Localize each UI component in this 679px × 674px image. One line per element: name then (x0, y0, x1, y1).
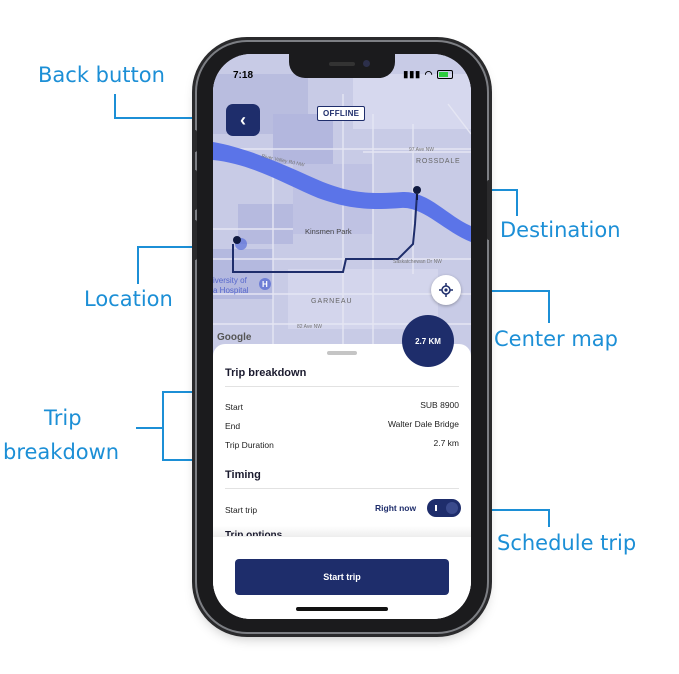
toggle-knob (446, 502, 458, 514)
phone-mute-switch (193, 130, 197, 152)
map-label-saskatchewan: Saskatchewan Dr NW (393, 259, 442, 265)
callout-schedule-trip: Schedule trip (497, 531, 637, 555)
svg-text:H: H (262, 280, 268, 289)
toggle-bar (435, 505, 437, 511)
start-value: SUB 8900 (420, 400, 459, 410)
end-value: Walter Dale Bridge (387, 419, 459, 429)
divider (225, 386, 459, 387)
crosshair-icon (439, 283, 453, 297)
map-view[interactable]: H ROSSDALE Kinsmen Park GARNEAU iversity… (213, 54, 471, 354)
google-attribution: Google (217, 332, 252, 343)
schedule-trip-toggle[interactable] (427, 499, 461, 517)
battery-icon (437, 70, 453, 80)
duration-value: 2.7 km (433, 438, 459, 448)
home-indicator[interactable] (296, 607, 388, 611)
map-label-82-ave: 82 Ave NW (297, 324, 322, 330)
front-camera (363, 60, 370, 67)
speaker (329, 62, 355, 66)
trip-breakdown-title: Trip breakdown (225, 367, 307, 379)
callout-center-map: Center map (494, 327, 619, 351)
status-icons: ▮▮▮ ◠ (403, 69, 453, 80)
callout-back-button: Back button (38, 63, 165, 87)
start-trip-button[interactable]: Start trip (235, 559, 449, 595)
footer: Start trip (213, 537, 471, 619)
start-trip-label: Start trip (225, 505, 258, 515)
sheet-drag-handle[interactable] (327, 351, 357, 355)
map-canvas: H (213, 54, 471, 354)
distance-badge: 2.7 KM (402, 315, 454, 367)
back-button[interactable]: ‹ (226, 104, 260, 136)
map-label-kinsmen-park: Kinsmen Park (305, 227, 352, 236)
end-label: End (225, 421, 241, 431)
callout-breakdown: breakdown (3, 440, 120, 464)
start-label: Start (225, 402, 243, 412)
callout-destination: Destination (500, 218, 621, 242)
chevron-left-icon: ‹ (240, 109, 246, 130)
map-label-university-1: iversity of (213, 276, 247, 285)
duration-label: Trip Duration (225, 440, 274, 450)
right-now-label: Right now (375, 503, 417, 513)
map-label-garneau: GARNEAU (311, 298, 353, 305)
offline-badge: OFFLINE (317, 106, 366, 121)
map-label-rossdale: ROSSDALE (416, 158, 461, 165)
app-screen: 7:18 ▮▮▮ ◠ H ROSSDALE Kinsmen Park GARNE… (213, 54, 471, 619)
signal-icon: ▮▮▮ (403, 69, 422, 79)
status-time: 7:18 (233, 70, 254, 81)
callout-location: Location (84, 287, 173, 311)
divider (225, 488, 459, 489)
phone-power-button (487, 180, 491, 240)
phone-volume-down (193, 220, 197, 260)
map-label-97-ave: 97 Ave NW (409, 147, 434, 153)
wifi-icon: ◠ (424, 69, 434, 79)
map-label-university-2: a Hospital (213, 286, 249, 295)
phone-notch (289, 54, 395, 78)
timing-title: Timing (225, 469, 261, 481)
center-map-button[interactable] (431, 275, 461, 305)
phone-volume-up (193, 170, 197, 210)
trip-options-title: Trip options (225, 530, 283, 536)
callout-trip: Trip (44, 406, 82, 430)
